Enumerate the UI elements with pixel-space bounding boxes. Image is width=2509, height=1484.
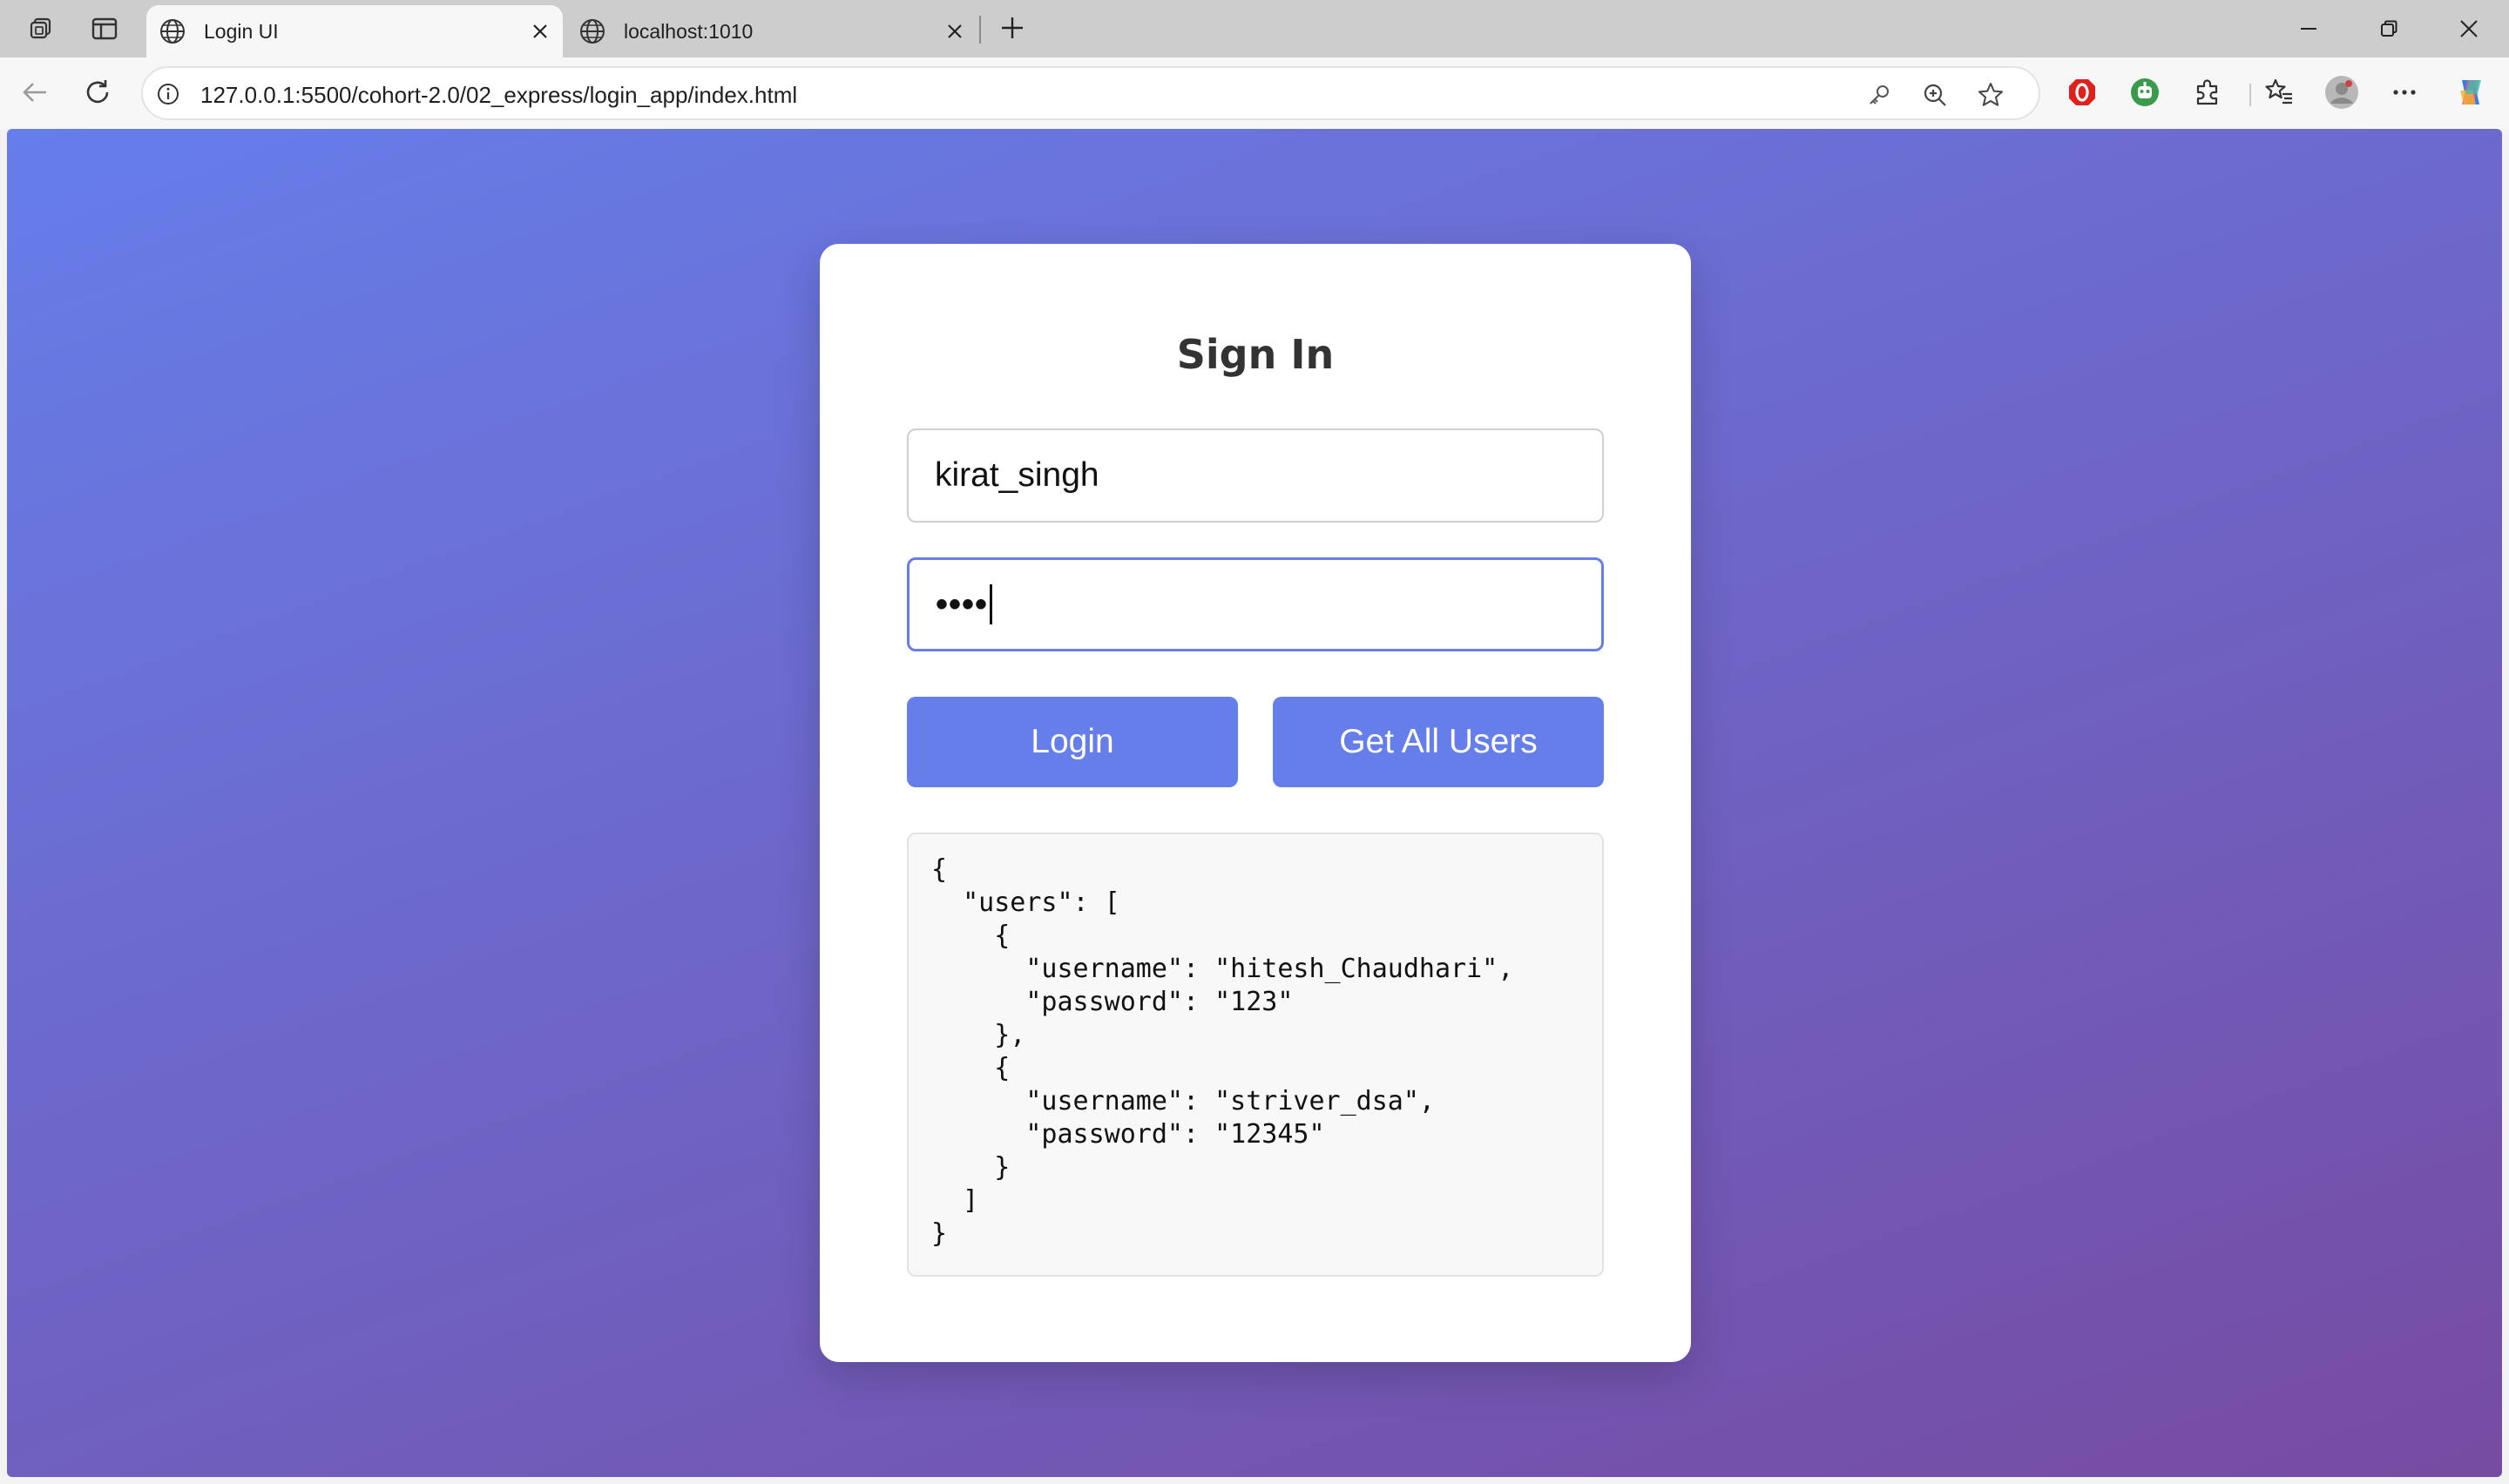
tab-title: Login UI [204,20,279,43]
favorite-star-icon[interactable] [1974,78,2007,111]
key-icon[interactable] [1863,78,1896,111]
toolbar-separator [2249,84,2251,106]
password-input[interactable]: •••• [907,557,1604,651]
login-button[interactable]: Login [907,697,1238,787]
json-output-text: { "users": [ { "username": "hitesh_Chaud… [931,854,1514,1249]
address-bar[interactable]: 127.0.0.1:5500/cohort-2.0/02_express/log… [141,66,2040,120]
extension-red-icon[interactable] [2063,73,2101,111]
address-url[interactable]: 127.0.0.1:5500/cohort-2.0/02_express/log… [200,82,797,109]
extensions-puzzle-icon[interactable] [2188,73,2227,111]
username-input[interactable]: kirat_singh [907,428,1604,523]
more-icon[interactable] [2385,73,2424,111]
window-close-icon[interactable] [2441,9,2497,49]
tab-localhost[interactable]: localhost:1010 [566,5,977,57]
close-icon[interactable] [524,16,556,47]
new-tab-icon[interactable] [995,10,1030,45]
restore-icon[interactable] [2361,9,2417,49]
login-card: Sign In kirat_singh •••• Login Get All U… [820,244,1691,1362]
tab-strip: Login UI localhost:1010 [0,0,2509,57]
page-viewport: Sign In kirat_singh •••• Login Get All U… [7,129,2502,1477]
tab-separator [979,16,981,44]
info-icon[interactable] [153,79,183,109]
password-masked-value: •••• [936,584,989,624]
favorites-icon[interactable] [2260,73,2298,111]
vertical-tabs-icon[interactable] [88,12,121,45]
refresh-icon[interactable] [78,73,117,111]
zoom-icon[interactable] [1918,78,1951,111]
minimize-icon[interactable] [2281,9,2337,49]
globe-icon [159,17,186,45]
back-icon[interactable] [16,73,54,111]
username-value: kirat_singh [935,456,1099,494]
response-output: { "users": [ { "username": "hitesh_Chaud… [907,833,1604,1277]
tab-login-ui[interactable]: Login UI [146,5,563,57]
profile-avatar-icon[interactable] [2323,73,2361,111]
globe-icon [578,17,606,45]
text-caret [990,584,993,624]
tab-title: localhost:1010 [624,20,754,43]
page-title: Sign In [1176,331,1335,378]
browser-toolbar: 127.0.0.1:5500/cohort-2.0/02_express/log… [0,57,2509,129]
copilot-icon[interactable] [2452,73,2490,111]
workspaces-icon[interactable] [24,12,57,45]
extension-green-icon[interactable] [2126,73,2164,111]
get-all-users-button[interactable]: Get All Users [1273,697,1604,787]
close-icon[interactable] [939,16,970,47]
